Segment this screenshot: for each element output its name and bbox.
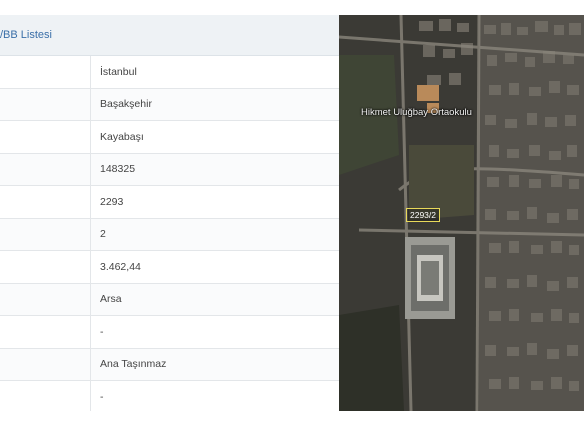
row-label-cell	[0, 153, 91, 185]
info-row-ada: 2293	[0, 186, 339, 219]
info-row-mahalle: Kayabaşı	[0, 121, 339, 154]
school-map-label: Hikmet Uluğbay Ortaokulu	[361, 107, 472, 118]
row-value-mahalle: Kayabaşı	[100, 130, 144, 143]
parcel-info-panel: /BB Listesi İstanbul Başakşehir Kayabaşı…	[0, 15, 339, 414]
row-label-cell	[0, 56, 91, 88]
satellite-imagery	[339, 15, 584, 411]
row-label-cell	[0, 283, 91, 315]
row-label-cell	[0, 121, 91, 153]
row-value-mevkii: -	[100, 325, 104, 338]
row-value-il: İstanbul	[100, 65, 137, 78]
row-label-cell	[0, 348, 91, 380]
panel-title-link[interactable]: /BB Listesi	[0, 29, 52, 41]
bottom-whitespace	[0, 411, 584, 438]
row-label-cell	[0, 186, 91, 218]
satellite-map[interactable]: Hikmet Uluğbay Ortaokulu 2293/2	[339, 15, 584, 411]
info-row-parsel: 2	[0, 218, 339, 251]
row-value-alan: 3.462,44	[100, 260, 141, 273]
row-value-zemin-tipi: Ana Taşınmaz	[100, 358, 167, 371]
row-label-cell	[0, 251, 91, 283]
row-label-cell	[0, 88, 91, 120]
info-row-alan: 3.462,44	[0, 251, 339, 284]
row-label-cell	[0, 218, 91, 250]
info-row-ilce: Başakşehir	[0, 88, 339, 121]
row-value-pafta: -	[100, 390, 104, 403]
row-value-ada: 2293	[100, 195, 124, 208]
info-table: İstanbul Başakşehir Kayabaşı 148325 2293…	[0, 56, 339, 414]
row-value-mahalle-no: 148325	[100, 163, 136, 176]
info-row-mahalle-no: 148325	[0, 153, 339, 186]
info-row-mevkii: -	[0, 316, 339, 349]
info-row-nitelik: Arsa	[0, 283, 339, 316]
info-row-zemin-tipi: Ana Taşınmaz	[0, 348, 339, 381]
panel-header: /BB Listesi	[0, 15, 339, 56]
row-value-ilce: Başakşehir	[100, 98, 152, 111]
info-row-il: İstanbul	[0, 56, 339, 89]
info-row-pafta: -	[0, 381, 339, 414]
row-label-cell	[0, 316, 91, 348]
row-label-cell	[0, 381, 91, 413]
parcel-highlight-label[interactable]: 2293/2	[406, 208, 440, 222]
row-value-nitelik: Arsa	[100, 293, 122, 306]
row-value-parsel: 2	[100, 228, 106, 241]
